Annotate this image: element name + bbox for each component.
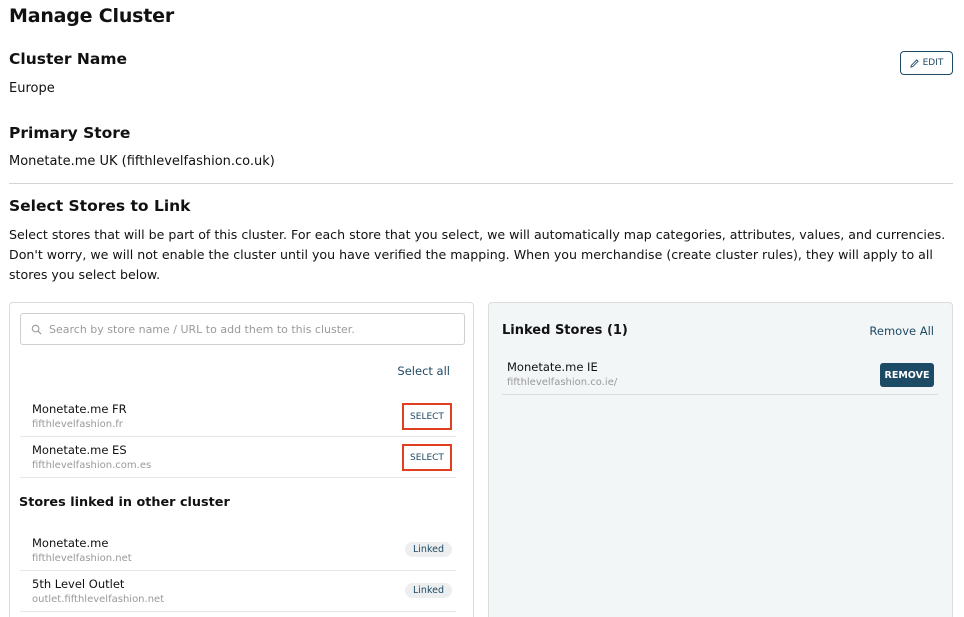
linked-store-row: Monetate.me IE fifthlevelfashion.co.ie/ … bbox=[502, 355, 938, 395]
store-url: fifthlevelfashion.com.es bbox=[32, 460, 152, 471]
search-input[interactable] bbox=[49, 322, 449, 336]
primary-store-value: Monetate.me UK (fifthlevelfashion.co.uk) bbox=[9, 154, 275, 169]
linked-badge: Linked bbox=[405, 583, 452, 598]
store-row: Monetate.me FR fifthlevelfashion.fr SELE… bbox=[20, 396, 456, 437]
store-name: Monetate.me ES bbox=[32, 443, 127, 457]
store-url: outlet.fifthlevelfashion.net bbox=[32, 594, 165, 605]
edit-button-label: EDIT bbox=[922, 58, 944, 68]
available-stores-panel: Select all Monetate.me FR fifthlevelfash… bbox=[9, 302, 474, 617]
edit-button[interactable]: EDIT bbox=[900, 51, 953, 75]
store-name: Monetate.me bbox=[32, 536, 109, 550]
select-button[interactable]: SELECT bbox=[402, 444, 452, 471]
store-name: 5th Level Outlet bbox=[32, 577, 125, 591]
remove-button[interactable]: REMOVE bbox=[880, 363, 934, 387]
other-cluster-title: Stores linked in other cluster bbox=[19, 495, 230, 510]
store-url: fifthlevelfashion.fr bbox=[32, 419, 123, 430]
remove-all-link[interactable]: Remove All bbox=[869, 324, 934, 338]
store-row: Monetate.me ES fifthlevelfashion.com.es … bbox=[20, 437, 456, 478]
linked-badge: Linked bbox=[405, 542, 452, 557]
cluster-name-value: Europe bbox=[9, 81, 55, 96]
select-stores-description: Select stores that will be part of this … bbox=[9, 227, 946, 282]
select-stores-title: Select Stores to Link bbox=[9, 197, 191, 215]
search-icon bbox=[31, 324, 42, 334]
linked-elsewhere-row: 5th Level Outlet outlet.fifthlevelfashio… bbox=[20, 571, 456, 612]
cluster-name-label: Cluster Name bbox=[9, 50, 128, 68]
store-name: Monetate.me FR bbox=[32, 402, 127, 416]
select-all-link[interactable]: Select all bbox=[397, 364, 450, 378]
linked-stores-title: Linked Stores (1) bbox=[502, 323, 628, 338]
divider bbox=[9, 183, 953, 184]
store-url: fifthlevelfashion.co.ie/ bbox=[507, 377, 618, 388]
store-name: Monetate.me IE bbox=[507, 360, 598, 374]
linked-stores-panel: Linked Stores (1) Remove All Monetate.me… bbox=[488, 302, 953, 617]
primary-store-label: Primary Store bbox=[9, 124, 131, 142]
select-button[interactable]: SELECT bbox=[402, 403, 452, 430]
store-search[interactable] bbox=[20, 313, 465, 345]
linked-elsewhere-row: Monetate.me fifthlevelfashion.net Linked bbox=[20, 530, 456, 571]
store-url: fifthlevelfashion.net bbox=[32, 553, 132, 564]
pencil-icon bbox=[909, 58, 919, 68]
page-title: Manage Cluster bbox=[9, 5, 175, 27]
